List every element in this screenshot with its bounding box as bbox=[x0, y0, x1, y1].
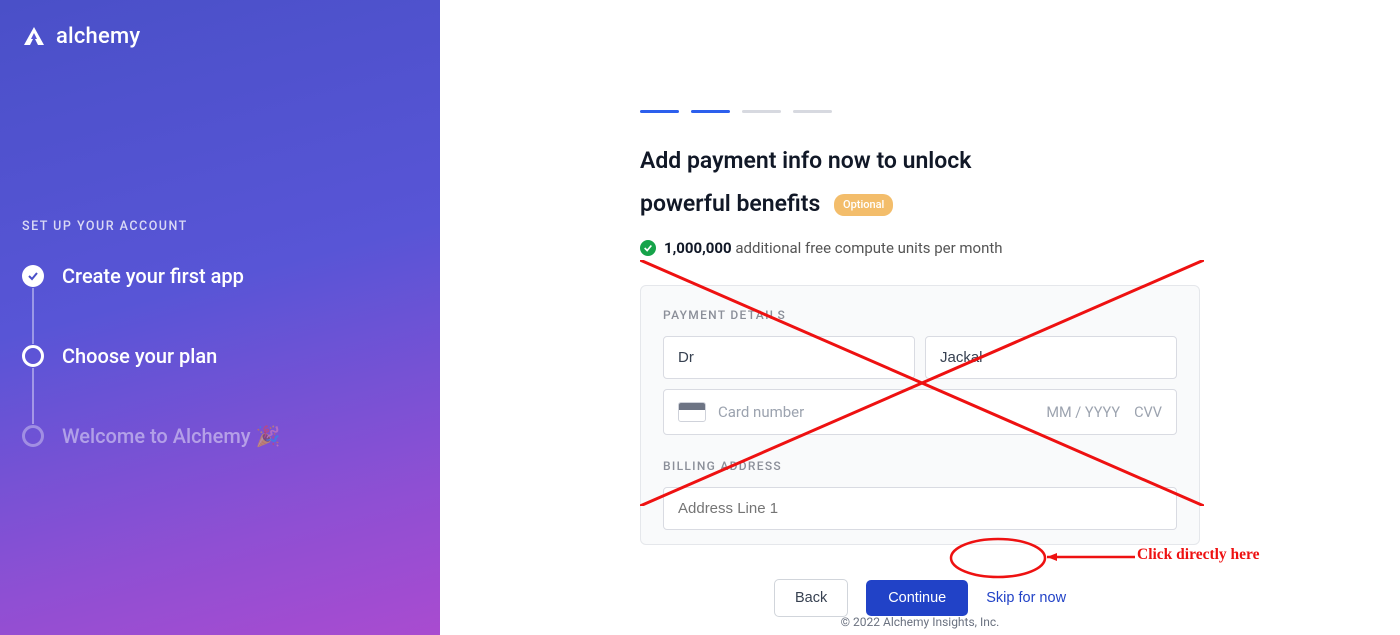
step-label: Create your first app bbox=[62, 264, 244, 288]
sidebar: alchemy SET UP YOUR ACCOUNT Create your … bbox=[0, 0, 440, 635]
continue-button[interactable]: Continue bbox=[866, 580, 968, 616]
payment-form: PAYMENT DETAILS Card number MM / YYYY CV… bbox=[640, 285, 1200, 545]
card-number-placeholder: Card number bbox=[718, 403, 1034, 421]
card-number-input[interactable]: Card number MM / YYYY CVV bbox=[663, 389, 1177, 435]
step-create-app: Create your first app bbox=[22, 264, 418, 288]
annotation-label: Click directly here bbox=[1137, 546, 1260, 564]
progress-bar-segment bbox=[640, 110, 679, 113]
cvv-placeholder: CVV bbox=[1134, 404, 1162, 421]
first-name-input[interactable] bbox=[663, 336, 915, 379]
benefit-description: additional free compute units per month bbox=[735, 239, 1002, 257]
progress-bar-segment bbox=[793, 110, 832, 113]
step-current-icon bbox=[22, 345, 44, 367]
progress-bar-segment bbox=[742, 110, 781, 113]
step-choose-plan: Choose your plan bbox=[22, 344, 418, 368]
check-circle-icon bbox=[640, 240, 656, 256]
progress-bar-segment bbox=[691, 110, 730, 113]
back-button[interactable]: Back bbox=[774, 579, 848, 617]
billing-address-heading: BILLING ADDRESS bbox=[663, 459, 1177, 473]
page-title-text: powerful benefits bbox=[640, 190, 820, 217]
step-complete-icon bbox=[22, 265, 44, 287]
step-connector bbox=[32, 368, 34, 424]
benefit-text: 1,000,000 additional free compute units … bbox=[664, 239, 1003, 257]
page-title-line1: Add payment info now to unlock bbox=[640, 141, 1200, 180]
step-label: Welcome to Alchemy 🎉 bbox=[62, 424, 280, 448]
brand-name: alchemy bbox=[56, 24, 140, 49]
step-welcome: Welcome to Alchemy 🎉 bbox=[22, 424, 418, 448]
address-line1-input[interactable] bbox=[663, 487, 1177, 530]
step-connector bbox=[32, 288, 34, 344]
optional-badge: Optional bbox=[834, 194, 893, 217]
skip-button[interactable]: Skip for now bbox=[986, 590, 1066, 606]
onboarding-steps: Create your first app Choose your plan W… bbox=[22, 264, 418, 448]
credit-card-icon bbox=[678, 402, 706, 422]
page-title-line2: powerful benefits Optional bbox=[640, 184, 1200, 223]
footer-copyright: © 2022 Alchemy Insights, Inc. bbox=[841, 615, 1000, 629]
benefit-amount: 1,000,000 bbox=[664, 239, 732, 257]
main-content: Add payment info now to unlock powerful … bbox=[440, 0, 1400, 635]
benefit-line: 1,000,000 additional free compute units … bbox=[640, 239, 1200, 257]
brand-logo: alchemy bbox=[22, 24, 418, 49]
sidebar-section-title: SET UP YOUR ACCOUNT bbox=[22, 219, 418, 234]
payment-details-heading: PAYMENT DETAILS bbox=[663, 308, 1177, 322]
alchemy-logo-icon bbox=[22, 25, 46, 49]
progress-indicator bbox=[640, 110, 1200, 113]
button-row: Back Continue Skip for now bbox=[640, 579, 1200, 617]
step-label: Choose your plan bbox=[62, 344, 217, 368]
step-upcoming-icon bbox=[22, 425, 44, 447]
last-name-input[interactable] bbox=[925, 336, 1177, 379]
expiry-placeholder: MM / YYYY bbox=[1046, 404, 1120, 421]
